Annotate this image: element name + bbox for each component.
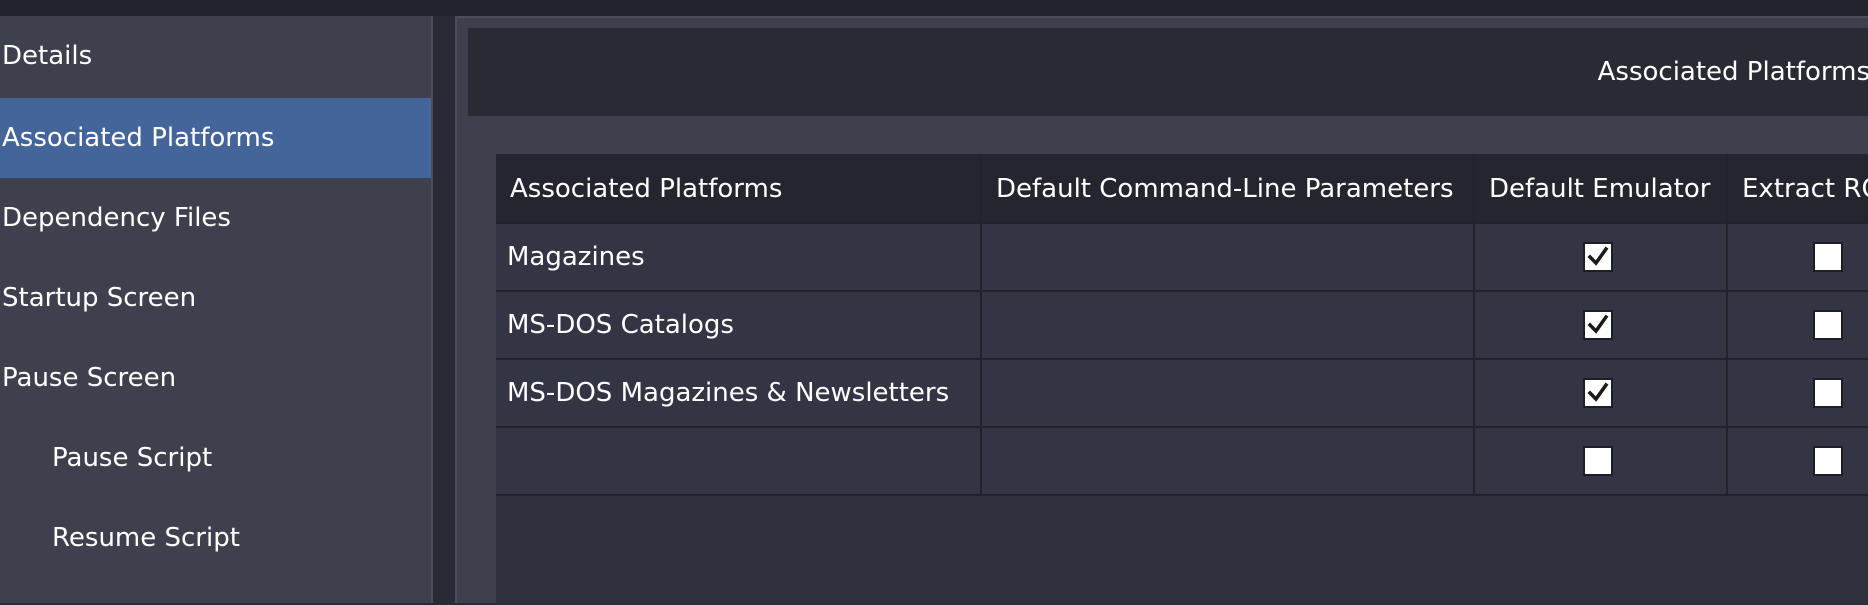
sidebar-item-pause-screen[interactable]: Pause Screen: [0, 338, 431, 418]
sidebar-item-startup-screen[interactable]: Startup Screen: [0, 258, 431, 338]
extract-checkbox[interactable]: [1813, 242, 1843, 272]
check-icon: [1587, 246, 1609, 266]
section-title: Associated Platforms: [1597, 57, 1868, 87]
sidebar-item-resume-script[interactable]: Resume Script: [0, 498, 431, 578]
extract-checkbox[interactable]: [1813, 446, 1843, 476]
window-top-strip: [0, 0, 1868, 16]
params-cell[interactable]: [982, 292, 1475, 360]
grid-header-row: Associated Platforms Default Command-Lin…: [496, 154, 1868, 224]
table-row[interactable]: MS-DOS Magazines & Newsletters: [496, 360, 1868, 428]
section-header: Associated Platforms: [468, 28, 1868, 116]
params-cell[interactable]: [982, 360, 1475, 428]
platform-cell[interactable]: MS-DOS Magazines & Newsletters: [496, 360, 982, 428]
column-header-command-line-parameters[interactable]: Default Command-Line Parameters: [982, 154, 1475, 224]
extract-cell: [1728, 428, 1868, 496]
default-emulator-cell: [1475, 360, 1728, 428]
extract-checkbox[interactable]: [1813, 310, 1843, 340]
platform-cell[interactable]: Magazines: [496, 224, 982, 292]
platform-cell[interactable]: MS-DOS Catalogs: [496, 292, 982, 360]
column-header-default-emulator[interactable]: Default Emulator: [1475, 154, 1728, 224]
associated-platforms-grid: Associated Platforms Default Command-Lin…: [496, 154, 1868, 605]
params-cell[interactable]: [982, 428, 1475, 496]
default-emulator-checkbox[interactable]: [1583, 446, 1613, 476]
params-cell[interactable]: [982, 224, 1475, 292]
default-emulator-checkbox[interactable]: [1583, 378, 1613, 408]
new-row[interactable]: [496, 428, 1868, 496]
main-panel: Associated Platforms Associated Platform…: [455, 16, 1868, 605]
default-emulator-cell: [1475, 292, 1728, 360]
extract-checkbox[interactable]: [1813, 378, 1843, 408]
column-header-associated-platforms[interactable]: Associated Platforms: [496, 154, 982, 224]
extract-cell: [1728, 292, 1868, 360]
extract-cell: [1728, 224, 1868, 292]
default-emulator-cell: [1475, 224, 1728, 292]
platform-cell[interactable]: [496, 428, 982, 496]
default-emulator-cell: [1475, 428, 1728, 496]
default-emulator-checkbox[interactable]: [1583, 242, 1613, 272]
sidebar-item-details[interactable]: Details: [0, 16, 431, 96]
extract-cell: [1728, 360, 1868, 428]
pane-divider[interactable]: [433, 16, 455, 603]
column-header-extract-rom[interactable]: Extract RO: [1728, 154, 1868, 224]
sidebar: Details Associated Platforms Dependency …: [0, 16, 433, 603]
default-emulator-checkbox[interactable]: [1583, 310, 1613, 340]
table-row[interactable]: Magazines: [496, 224, 1868, 292]
check-icon: [1587, 382, 1609, 402]
sidebar-item-associated-platforms[interactable]: Associated Platforms: [0, 98, 431, 178]
sidebar-item-dependency-files[interactable]: Dependency Files: [0, 178, 431, 258]
sidebar-item-pause-script[interactable]: Pause Script: [0, 418, 431, 498]
table-row[interactable]: MS-DOS Catalogs: [496, 292, 1868, 360]
check-icon: [1587, 314, 1609, 334]
